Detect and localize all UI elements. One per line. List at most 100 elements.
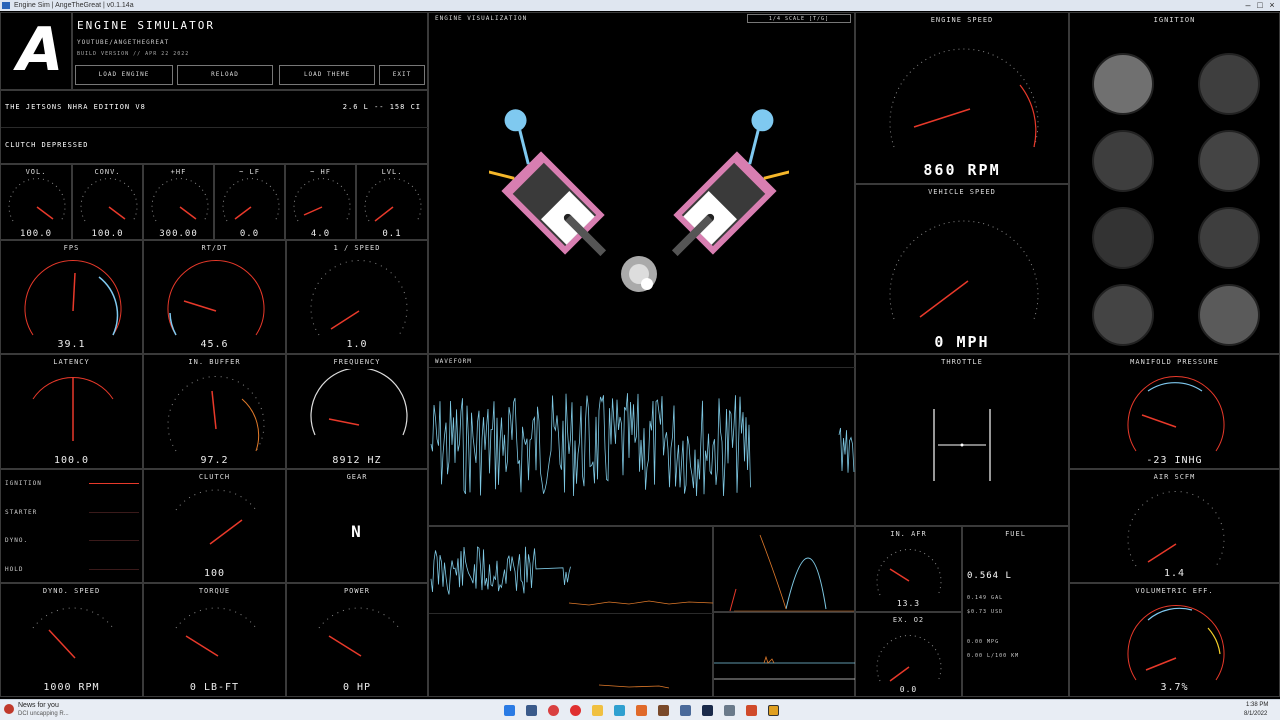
edge-icon[interactable] bbox=[614, 705, 625, 716]
in-buffer-label: IN. BUFFER bbox=[188, 358, 241, 366]
camera-icon[interactable] bbox=[724, 705, 735, 716]
header-panel: ENGINE SIMULATOR YOUTUBE/ANGETHEGREAT BU… bbox=[72, 12, 428, 90]
app-icon-8[interactable] bbox=[658, 705, 669, 716]
hf-plus-value: 300.00 bbox=[159, 229, 198, 239]
volumetric-eff-label: VOLUMETRIC EFF. bbox=[1135, 587, 1214, 595]
close-button[interactable]: × bbox=[1266, 0, 1278, 11]
gear-label: GEAR bbox=[346, 473, 368, 481]
engine-speed-label: ENGINE SPEED bbox=[930, 16, 994, 24]
torque-gauge: TORQUE 0 LB-FT bbox=[143, 583, 286, 697]
rtdt-needle bbox=[183, 300, 217, 312]
conv-needle bbox=[108, 206, 126, 220]
minimize-button[interactable]: – bbox=[1242, 0, 1254, 11]
hf-plus-needle bbox=[179, 206, 197, 220]
logo-panel: A bbox=[0, 12, 72, 90]
fuel-cost: $0.73 USD bbox=[967, 609, 1004, 615]
clutch-needle bbox=[209, 519, 243, 545]
ignition-panel: IGNITION bbox=[1069, 12, 1280, 354]
reload-button[interactable]: RELOAD bbox=[177, 65, 273, 85]
fps-label: FPS bbox=[63, 244, 80, 252]
latency-value: 100.0 bbox=[53, 455, 90, 466]
throttle-indicator bbox=[933, 409, 991, 481]
lvl-gauge: LVL. 0.1 bbox=[356, 164, 428, 240]
pv-plot-panel bbox=[713, 526, 855, 612]
clock-date[interactable]: 8/1/2022 bbox=[1244, 711, 1267, 717]
conv-value: 100.0 bbox=[91, 229, 124, 239]
start-icon[interactable] bbox=[504, 705, 515, 716]
inv-speed-needle bbox=[330, 310, 360, 330]
ignition-cylinder-7 bbox=[1092, 284, 1154, 346]
ex-o2-gauge: EX. O2 0.0 bbox=[855, 612, 962, 697]
frequency-needle bbox=[328, 418, 360, 426]
maximize-button[interactable]: □ bbox=[1254, 0, 1266, 11]
ignition-cylinder-3 bbox=[1092, 130, 1154, 192]
news-icon[interactable] bbox=[4, 704, 14, 714]
inv-speed-value: 1.0 bbox=[346, 339, 368, 350]
manifold-pressure-gauge: MANIFOLD PRESSURE -23 INHG bbox=[1069, 354, 1280, 469]
torque-needle bbox=[185, 635, 219, 657]
load-theme-button[interactable]: LOAD THEME bbox=[279, 65, 375, 85]
manifold-pressure-value: -23 INHG bbox=[1146, 455, 1203, 466]
ignition-title: IGNITION bbox=[1153, 16, 1196, 24]
steam-icon[interactable] bbox=[702, 705, 713, 716]
visualization-title: ENGINE VISUALIZATION bbox=[435, 15, 528, 22]
power-needle bbox=[328, 635, 362, 657]
lvl-value: 0.1 bbox=[382, 229, 402, 239]
vol-gauge: VOL. 100.0 bbox=[0, 164, 72, 240]
in-buffer-value: 97.2 bbox=[200, 455, 229, 466]
scale-toggle-button[interactable]: 1/4 SCALE [T/G] bbox=[747, 14, 851, 23]
trace-plot-panel bbox=[713, 612, 856, 697]
fuel-gallons: 0.149 GAL bbox=[967, 595, 1004, 601]
dyno-speed-value: 1000 RPM bbox=[43, 682, 100, 693]
load-engine-button[interactable]: LOAD ENGINE bbox=[75, 65, 173, 85]
latency-label: LATENCY bbox=[53, 358, 90, 366]
throttle-panel: THROTTLE bbox=[855, 354, 1069, 526]
browser-icon[interactable] bbox=[548, 705, 559, 716]
trace-plot bbox=[714, 655, 856, 680]
exit-button[interactable]: EXIT bbox=[379, 65, 425, 85]
fuel-mpg: 0.00 MPG bbox=[967, 639, 1000, 645]
hf-gauge: ~ HF 4.0 bbox=[285, 164, 356, 240]
app-title: ENGINE SIMULATOR bbox=[77, 19, 215, 32]
volumetric-eff-value: 3.7% bbox=[1160, 682, 1189, 693]
ex-o2-label: EX. O2 bbox=[892, 616, 925, 624]
build-label: BUILD VERSION // APR 22 2022 bbox=[77, 51, 190, 57]
rtdt-value: 45.6 bbox=[200, 339, 229, 350]
taskbar: News for you DCI uncapping R... 1:38 PM … bbox=[0, 699, 1280, 720]
ignition-cylinder-8 bbox=[1198, 284, 1260, 346]
fps-needle bbox=[72, 272, 76, 312]
engine-name: THE JETSONS NHRA EDITION V8 bbox=[5, 103, 146, 111]
app-icon-12[interactable] bbox=[746, 705, 757, 716]
throttle-label: THROTTLE bbox=[941, 358, 983, 366]
in-afr-needle bbox=[889, 568, 910, 582]
manifold-pressure-needle bbox=[1141, 414, 1177, 428]
dyno-speed-gauge: DYNO. SPEED 1000 RPM bbox=[0, 583, 143, 697]
task-view-icon[interactable] bbox=[526, 705, 537, 716]
fps-value: 39.1 bbox=[57, 339, 86, 350]
ignition-cylinder-5 bbox=[1092, 207, 1154, 269]
hf-needle bbox=[303, 206, 323, 216]
engine-sim-taskbar-icon[interactable] bbox=[768, 705, 779, 716]
conv-gauge: CONV. 100.0 bbox=[72, 164, 143, 240]
app-icon-9[interactable] bbox=[680, 705, 691, 716]
engine-visualization-panel: ENGINE VISUALIZATION 1/4 SCALE [T/G] bbox=[428, 12, 855, 354]
engine-info-panel: THE JETSONS NHRA EDITION V8 2.6 L -- 158… bbox=[0, 90, 429, 164]
file-explorer-icon[interactable] bbox=[592, 705, 603, 716]
lf-value: 0.0 bbox=[239, 229, 260, 239]
power-value: 0 HP bbox=[342, 682, 372, 693]
app-icon bbox=[2, 2, 10, 9]
vehicle-speed-needle bbox=[919, 280, 969, 318]
app-icon-7[interactable] bbox=[636, 705, 647, 716]
ignition-cylinder-4 bbox=[1198, 130, 1260, 192]
air-scfm-label: AIR SCFM bbox=[1153, 473, 1196, 481]
news-title[interactable]: News for you bbox=[18, 702, 59, 709]
torque-value: 0 LB-FT bbox=[189, 682, 240, 693]
in-afr-value: 13.3 bbox=[896, 599, 921, 608]
opera-icon[interactable] bbox=[570, 705, 581, 716]
dyno-speed-label: DYNO. SPEED bbox=[42, 587, 101, 595]
lvl-needle bbox=[374, 206, 394, 222]
clock-time[interactable]: 1:38 PM bbox=[1246, 702, 1268, 708]
ignition-cylinder-1 bbox=[1092, 53, 1154, 115]
status-panel: IGNITION STARTER DYNO. HOLD bbox=[0, 469, 143, 583]
frequency-label: FREQUENCY bbox=[333, 358, 381, 366]
